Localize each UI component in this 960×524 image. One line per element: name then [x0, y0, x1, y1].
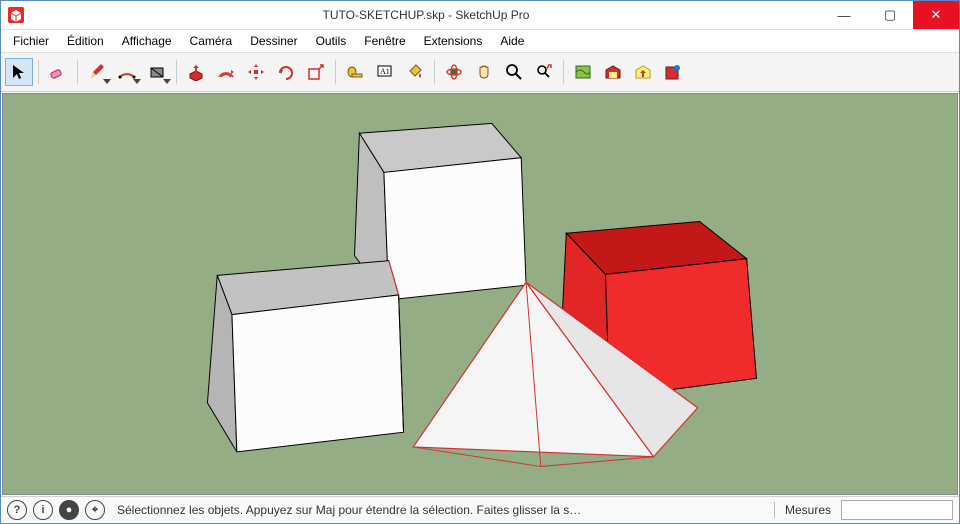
toolbar-sep: [434, 60, 435, 84]
eraser-tool[interactable]: [44, 58, 72, 86]
menu-dessiner[interactable]: Dessiner: [242, 32, 305, 50]
sketchup-app-icon: [7, 6, 25, 24]
measures-label: Mesures: [781, 503, 835, 517]
extension-warehouse-tool[interactable]: [659, 58, 687, 86]
toolbar-sep: [176, 60, 177, 84]
menu-fenetre[interactable]: Fenêtre: [356, 32, 413, 50]
pencil-tool[interactable]: [83, 58, 111, 86]
text-tool[interactable]: A1: [371, 58, 399, 86]
menu-extensions[interactable]: Extensions: [416, 32, 491, 50]
toolbar-sep: [563, 60, 564, 84]
maximize-button[interactable]: ▢: [867, 1, 913, 29]
toolbar-sep: [38, 60, 39, 84]
toolbar: A1: [1, 53, 959, 92]
menu-affichage[interactable]: Affichage: [114, 32, 180, 50]
shapes-tool[interactable]: [143, 58, 171, 86]
paint-bucket-tool[interactable]: [401, 58, 429, 86]
model-viewport[interactable]: [2, 93, 958, 495]
app-window: TUTO-SKETCHUP.skp - SketchUp Pro — ▢ ✕ F…: [0, 0, 960, 524]
user-icon[interactable]: ●: [59, 500, 79, 520]
zoom-extents-tool[interactable]: [530, 58, 558, 86]
status-sep: [774, 502, 775, 518]
tape-measure-tool[interactable]: [341, 58, 369, 86]
pushpull-tool[interactable]: [182, 58, 210, 86]
geo-icon[interactable]: ⌖: [85, 500, 105, 520]
menu-aide[interactable]: Aide: [492, 32, 532, 50]
window-controls: — ▢ ✕: [821, 1, 959, 29]
minimize-button[interactable]: —: [821, 1, 867, 29]
orbit-tool[interactable]: [440, 58, 468, 86]
scene-objects: [3, 94, 957, 494]
info-icon[interactable]: i: [33, 500, 53, 520]
titlebar: TUTO-SKETCHUP.skp - SketchUp Pro — ▢ ✕: [1, 1, 959, 30]
3d-warehouse-tool[interactable]: [599, 58, 627, 86]
zoom-tool[interactable]: [500, 58, 528, 86]
close-button[interactable]: ✕: [913, 1, 959, 29]
toolbar-sep: [77, 60, 78, 84]
menubar: Fichier Édition Affichage Caméra Dessine…: [1, 30, 959, 53]
status-hint: Sélectionnez les objets. Appuyez sur Maj…: [111, 503, 768, 517]
menu-outils[interactable]: Outils: [308, 32, 355, 50]
menu-camera[interactable]: Caméra: [182, 32, 241, 50]
measures-input[interactable]: [841, 500, 953, 520]
share-model-tool[interactable]: [629, 58, 657, 86]
window-title: TUTO-SKETCHUP.skp - SketchUp Pro: [31, 8, 821, 22]
menu-fichier[interactable]: Fichier: [5, 32, 57, 50]
toolbar-sep: [335, 60, 336, 84]
select-tool[interactable]: [5, 58, 33, 86]
offset-tool[interactable]: [212, 58, 240, 86]
pan-tool[interactable]: [470, 58, 498, 86]
cube-front-left: [207, 261, 403, 452]
menu-edition[interactable]: Édition: [59, 32, 112, 50]
move-tool[interactable]: [242, 58, 270, 86]
help-icon[interactable]: ?: [7, 500, 27, 520]
svg-text:A1: A1: [380, 67, 390, 76]
geo-location-tool[interactable]: [569, 58, 597, 86]
scale-tool[interactable]: [302, 58, 330, 86]
statusbar: ? i ● ⌖ Sélectionnez les objets. Appuyez…: [1, 496, 959, 523]
rotate-tool[interactable]: [272, 58, 300, 86]
arc-tool[interactable]: [113, 58, 141, 86]
